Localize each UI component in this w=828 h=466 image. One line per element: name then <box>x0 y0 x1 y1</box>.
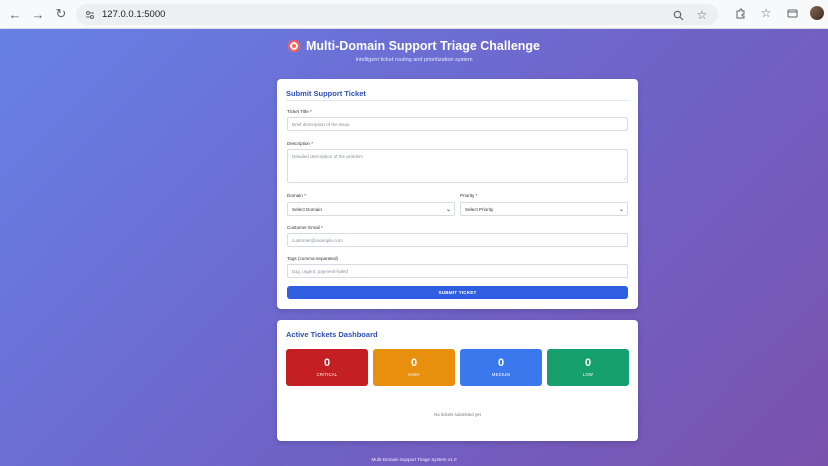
ticket-title-label: Ticket Title * <box>287 109 312 114</box>
priority-label: Priority * <box>460 193 478 198</box>
forward-icon[interactable]: → <box>29 5 47 23</box>
tags-label: Tags (comma-separated) <box>287 256 339 261</box>
empty-state-text: No tickets submitted yet <box>434 412 481 417</box>
low-label: LOW <box>582 372 594 377</box>
high-stat: 0 HIGH <box>373 349 455 386</box>
heading-divider <box>286 100 629 101</box>
priority-selected-value: Select Priority <box>465 206 494 212</box>
submit-ticket-button[interactable]: SUBMIT TICKET <box>287 286 628 299</box>
site-info-icon[interactable] <box>83 8 97 22</box>
reload-icon[interactable]: ↻ <box>52 5 70 23</box>
medium-label: MEDIUM <box>491 372 511 377</box>
domain-label: Domain * <box>287 193 306 198</box>
domain-selected-value: Select Domain <box>292 206 322 212</box>
low-count: 0 <box>584 357 592 369</box>
tab-search-icon[interactable] <box>784 5 800 21</box>
bookmarks-icon[interactable]: ☆ <box>758 5 774 21</box>
dashboard-card: Active Tickets Dashboard 0 CRITICAL 0 HI… <box>277 320 638 441</box>
medium-count: 0 <box>497 357 505 369</box>
description-placeholder: Detailed description of the problem <box>292 154 363 159</box>
high-count: 0 <box>410 357 418 369</box>
critical-label: CRITICAL <box>316 372 338 377</box>
url-text[interactable]: 127.0.0.1:5000 <box>102 9 165 20</box>
bookmark-star-icon[interactable]: ☆ <box>694 7 710 23</box>
profile-avatar[interactable] <box>810 6 824 20</box>
tags-input[interactable]: bug, urgent, payment-failed <box>287 264 628 278</box>
page-subtitle: Intelligent ticket routing and prioritiz… <box>355 57 473 63</box>
submit-ticket-card: Submit Support Ticket Ticket Title * Bri… <box>277 79 638 309</box>
chevron-down-icon: ⌄ <box>618 206 624 213</box>
critical-count: 0 <box>323 357 331 369</box>
chevron-down-icon: ⌄ <box>445 206 451 213</box>
dashboard-heading: Active Tickets Dashboard <box>286 330 378 339</box>
resize-handle-icon[interactable]: ∕ <box>625 176 626 182</box>
page-footer: Multi-Domain Support Triage System v1.0 <box>371 457 457 462</box>
medium-stat: 0 MEDIUM <box>460 349 542 386</box>
target-icon <box>287 40 300 52</box>
extensions-icon[interactable] <box>732 5 748 21</box>
priority-select[interactable]: Select Priority ⌄ <box>460 202 628 216</box>
page-header: Multi-Domain Support Triage Challenge In… <box>0 39 828 63</box>
ticket-title-input[interactable]: Brief description of the issue <box>287 117 628 131</box>
submit-ticket-heading: Submit Support Ticket <box>286 89 366 98</box>
low-stat: 0 LOW <box>547 349 629 386</box>
critical-stat: 0 CRITICAL <box>286 349 368 386</box>
customer-email-label: Customer Email * <box>287 225 323 230</box>
page-title: Multi-Domain Support Triage Challenge <box>305 39 541 53</box>
address-bar[interactable]: 127.0.0.1:5000 ☆ <box>76 4 718 25</box>
description-textarea[interactable]: Detailed description of the problem ∕ <box>287 149 628 183</box>
high-label: HIGH <box>408 372 420 377</box>
description-label: Description * <box>287 141 314 146</box>
zoom-icon[interactable] <box>670 7 686 23</box>
back-icon[interactable]: ← <box>6 5 24 23</box>
browser-toolbar: ← → ↻ 127.0.0.1:5000 ☆ ☆ <box>0 0 828 29</box>
page-background: Multi-Domain Support Triage Challenge In… <box>0 29 828 466</box>
customer-email-input[interactable]: customer@example.com <box>287 233 628 247</box>
domain-select[interactable]: Select Domain ⌄ <box>287 202 455 216</box>
